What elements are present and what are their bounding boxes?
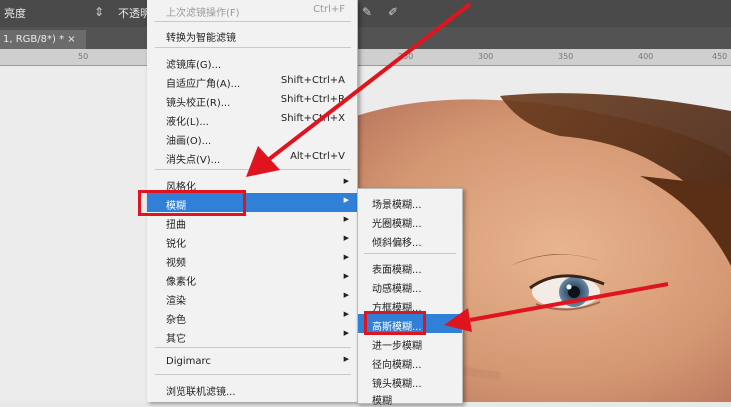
menu-item-render[interactable]: 渲染 ▶ — [147, 288, 357, 307]
menu-item-liquify[interactable]: 液化(L)... Shift+Ctrl+X — [147, 109, 357, 128]
menu-item-last-filter[interactable]: 上次滤镜操作(F) Ctrl+F — [147, 0, 357, 19]
submenu-item-blur-more[interactable]: 进一步模糊 — [358, 333, 462, 352]
menu-item-pixelate[interactable]: 像素化 ▶ — [147, 269, 357, 288]
menu-item-browse-online-filters[interactable]: 浏览联机滤镜... — [147, 379, 357, 398]
submenu-item-blur[interactable]: 模糊 — [358, 388, 462, 407]
submenu-arrow-icon: ▶ — [343, 177, 349, 185]
annotation-highlight-box — [364, 311, 426, 335]
submenu-item-iris-blur[interactable]: 光圈模糊... — [358, 211, 462, 230]
ruler-tick: 300 — [478, 52, 494, 61]
submenu-item-surface-blur[interactable]: 表面模糊... — [358, 257, 462, 276]
submenu-arrow-icon: ▶ — [343, 329, 349, 337]
brush-pressure-icon[interactable]: ✎ — [362, 5, 376, 19]
submenu-arrow-icon: ▶ — [343, 310, 349, 318]
submenu-arrow-icon: ▶ — [343, 355, 349, 363]
menu-item-other[interactable]: 其它 ▶ — [147, 326, 357, 345]
submenu-arrow-icon: ▶ — [343, 253, 349, 261]
menu-separator — [155, 169, 351, 170]
blur-submenu: 场景模糊... 光圈模糊... 倾斜偏移... 表面模糊... 动感模糊... … — [357, 188, 463, 407]
horizontal-ruler: 50 100 150 200 250 300 350 400 450 — [0, 49, 731, 66]
ruler-tick: 250 — [398, 52, 414, 61]
options-bar: 亮度 ⇕ 不透明 ✎ ✐ — [0, 0, 731, 28]
tablet-pressure-icon[interactable]: ✐ — [388, 5, 402, 19]
ruler-tick: 450 — [712, 52, 728, 61]
menu-item-sharpen[interactable]: 锐化 ▶ — [147, 231, 357, 250]
ruler-tick: 50 — [78, 52, 89, 61]
submenu-arrow-icon: ▶ — [343, 196, 349, 204]
menu-item-digimarc[interactable]: Digimarc ▶ — [147, 352, 357, 371]
menu-separator — [155, 374, 351, 375]
dropdown-arrow-icon[interactable]: ⇕ — [94, 5, 108, 19]
blend-mode-label[interactable]: 亮度 — [4, 5, 26, 21]
menu-item-filter-gallery[interactable]: 滤镜库(G)... — [147, 52, 357, 71]
submenu-item-radial-blur[interactable]: 径向模糊... — [358, 352, 462, 371]
submenu-arrow-icon: ▶ — [343, 215, 349, 223]
menu-separator — [364, 253, 456, 254]
menu-item-noise[interactable]: 杂色 ▶ — [147, 307, 357, 326]
document-tab[interactable]: 1, RGB/8*) * × — [0, 30, 86, 49]
ruler-tick: 350 — [558, 52, 574, 61]
menu-item-oil-paint[interactable]: 油画(O)... — [147, 128, 357, 147]
menu-item-convert-smart-filters[interactable]: 转换为智能滤镜 — [147, 25, 357, 44]
submenu-arrow-icon: ▶ — [343, 234, 349, 242]
submenu-item-tilt-shift[interactable]: 倾斜偏移... — [358, 230, 462, 249]
submenu-item-motion-blur[interactable]: 动感模糊... — [358, 276, 462, 295]
document-tab-bar: 1, RGB/8*) * × — [0, 27, 731, 49]
menu-separator — [155, 347, 351, 348]
ruler-tick: 400 — [638, 52, 654, 61]
submenu-arrow-icon: ▶ — [343, 272, 349, 280]
menu-item-adaptive-wide-angle[interactable]: 自适应广角(A)... Shift+Ctrl+A — [147, 71, 357, 90]
submenu-arrow-icon: ▶ — [343, 291, 349, 299]
annotation-highlight-box — [138, 190, 246, 216]
menu-separator — [155, 47, 351, 48]
menu-separator — [155, 21, 351, 22]
menu-item-vanishing-point[interactable]: 消失点(V)... Alt+Ctrl+V — [147, 147, 357, 166]
menu-item-lens-correction[interactable]: 镜头校正(R)... Shift+Ctrl+R — [147, 90, 357, 109]
menu-item-video[interactable]: 视频 ▶ — [147, 250, 357, 269]
submenu-item-field-blur[interactable]: 场景模糊... — [358, 192, 462, 211]
